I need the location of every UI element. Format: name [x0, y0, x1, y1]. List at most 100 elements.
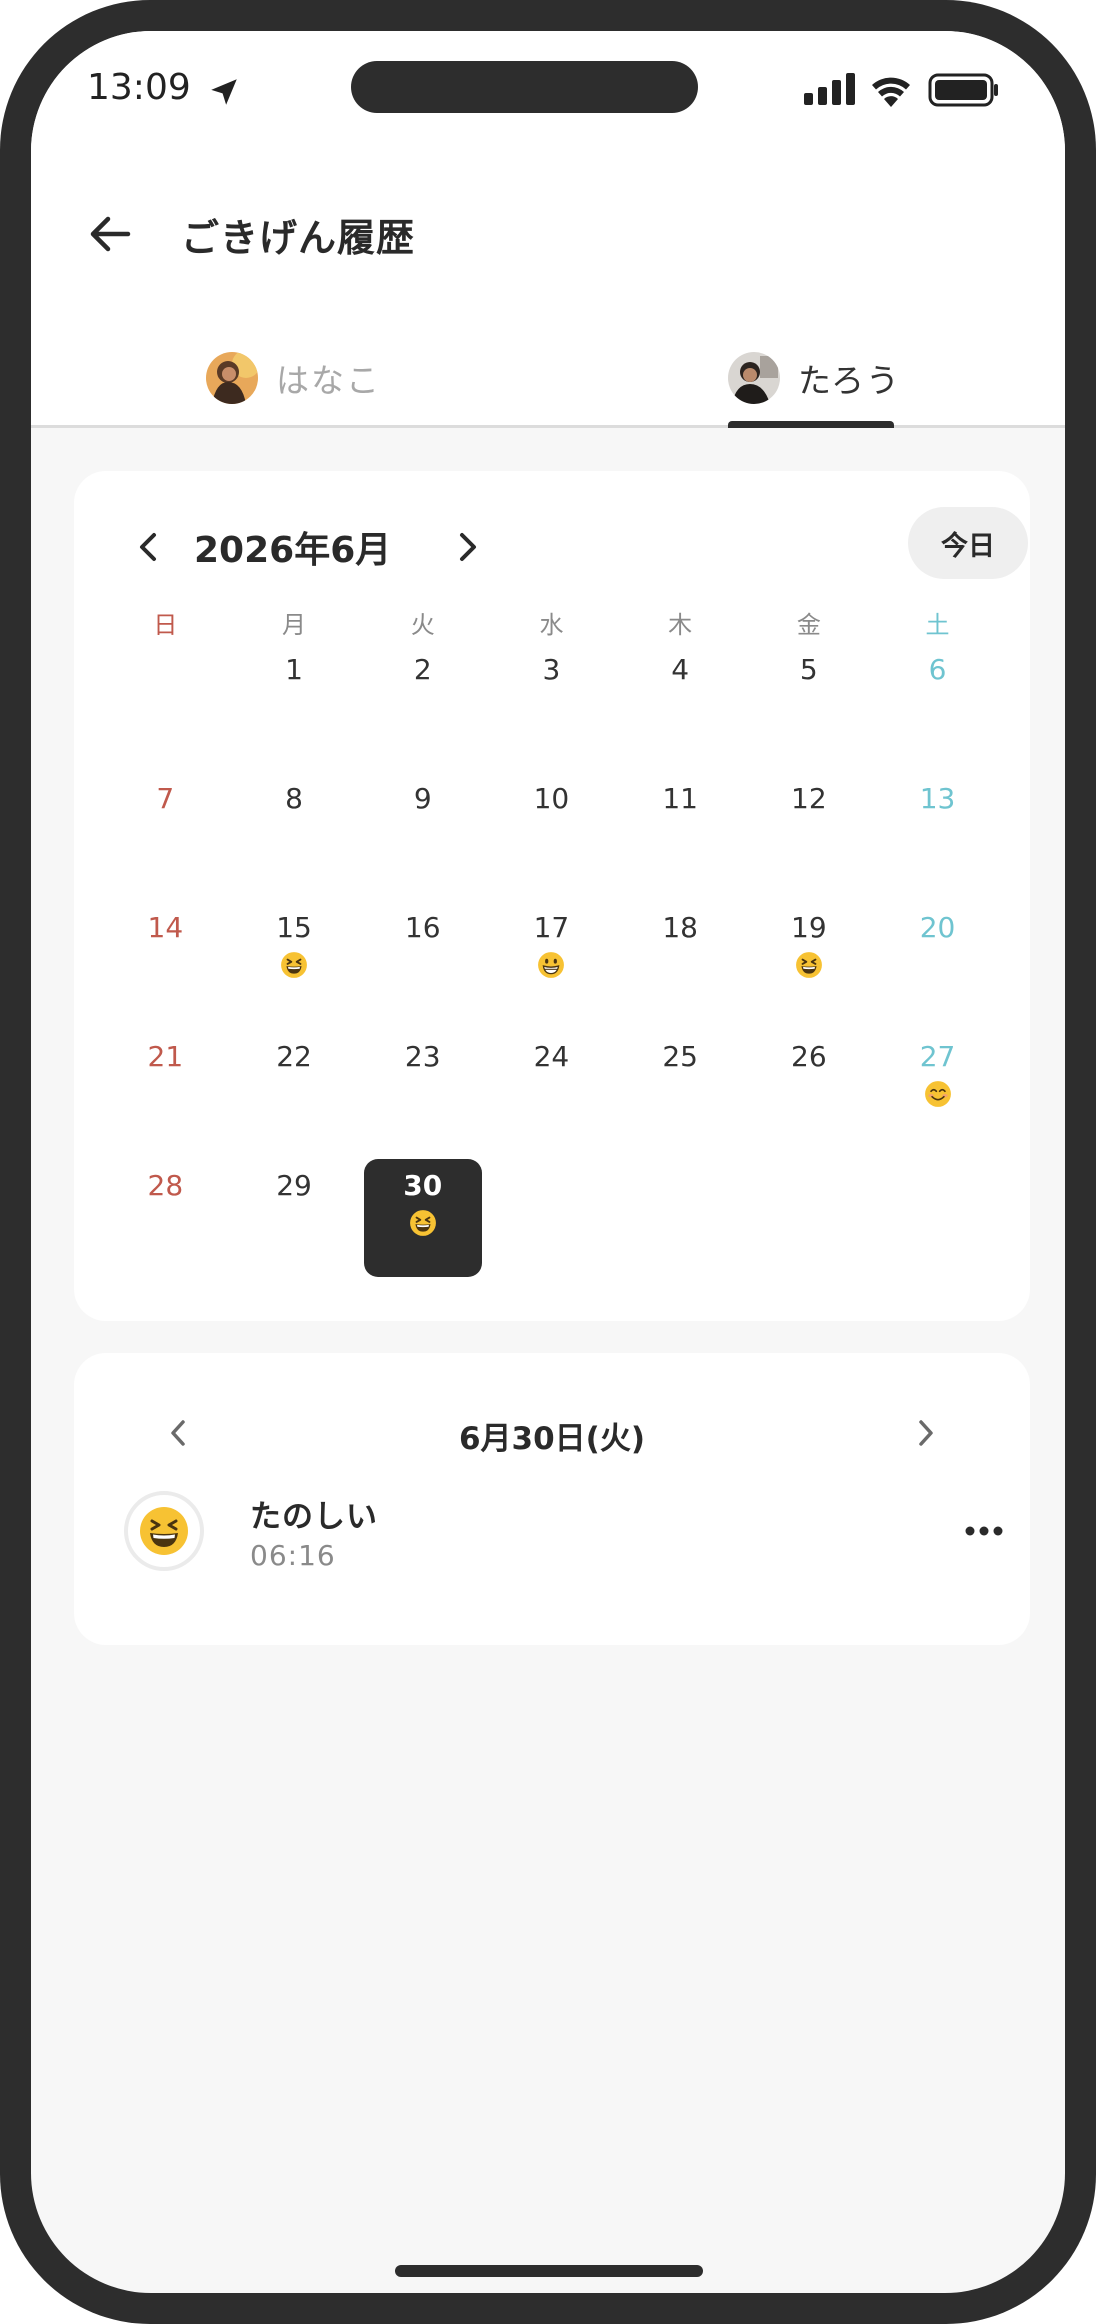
calendar-day[interactable]: 12: [750, 772, 868, 890]
day-number: 25: [662, 1040, 698, 1073]
weekday-label: 土: [925, 611, 950, 639]
day-number: 14: [147, 911, 184, 944]
calendar-day[interactable]: 11: [621, 772, 739, 890]
more-button[interactable]: [956, 1511, 1012, 1551]
calendar-day[interactable]: 4: [621, 643, 739, 761]
calendar-day[interactable]: 26: [750, 1030, 868, 1148]
day-number: 26: [791, 1040, 827, 1073]
day-number: 12: [791, 782, 827, 815]
day-number: 21: [147, 1040, 184, 1073]
calendar-day[interactable]: 5: [750, 643, 868, 761]
entry-mood-icon: [124, 1491, 204, 1571]
more-horizontal-icon: [965, 1526, 1003, 1536]
calendar-day[interactable]: 1: [235, 643, 353, 761]
entry-mood-label: たのしい: [250, 1499, 378, 1535]
calendar-day[interactable]: 15: [235, 901, 353, 1019]
member-tabs: はなこ たろう: [31, 331, 1065, 428]
day-number: 27: [919, 1040, 956, 1073]
tab-taro[interactable]: たろう: [728, 331, 901, 425]
signal-icon: [804, 73, 855, 105]
calendar-card: 2026年6月 今日 日月火水木金土 1 2 3 4 5 6 7 8 9 10 11 12 13 14 15…: [74, 471, 1030, 1321]
calendar-day[interactable]: 18: [621, 901, 739, 1019]
entry-time: 06:16: [250, 1539, 336, 1572]
weekday-label: 木: [668, 611, 693, 639]
weekday-label: 火: [410, 611, 435, 639]
grin-face-icon: [492, 951, 610, 985]
day-number: 28: [147, 1169, 184, 1202]
day-number: 30: [403, 1169, 443, 1202]
weekday-label: 金: [796, 611, 821, 639]
calendar-day[interactable]: 28: [106, 1159, 224, 1277]
calendar-day[interactable]: 25: [621, 1030, 739, 1148]
page-title: ごきげん履歴: [181, 216, 416, 260]
calendar-day[interactable]: 8: [235, 772, 353, 890]
calendar-month: 2026年6月: [194, 530, 392, 571]
weekday-label: 水: [539, 611, 564, 639]
calendar-day[interactable]: 2: [364, 643, 482, 761]
calendar-day[interactable]: 3: [492, 643, 610, 761]
chevron-right-icon: [460, 533, 476, 561]
tab-hanako[interactable]: はなこ: [206, 331, 381, 425]
calendar-day[interactable]: 6: [879, 643, 997, 761]
day-number: 19: [791, 911, 827, 944]
day-number: 18: [662, 911, 698, 944]
screen: 13:09 ごきげん履歴 はなこ たろう 2026年6月 今日 日 月 火 水 …: [31, 31, 1065, 2293]
calendar-day[interactable]: 14: [106, 901, 224, 1019]
weekday-label: 月: [282, 611, 307, 639]
day-number: 22: [276, 1040, 312, 1073]
day-number: 10: [533, 782, 570, 815]
day-number: 6: [928, 653, 947, 686]
day-number: 2: [413, 653, 432, 686]
calendar-day[interactable]: 23: [364, 1030, 482, 1148]
chevron-left-icon: [140, 533, 156, 561]
detail-date: 6月30日(火): [458, 1421, 646, 1457]
calendar-day[interactable]: 24: [492, 1030, 610, 1148]
day-detail-card: 6月30日(火) たのしい 06:16: [74, 1353, 1030, 1645]
day-number: 29: [276, 1169, 312, 1202]
day-number: 4: [671, 653, 690, 686]
dynamic-island: [351, 61, 698, 113]
calendar-day[interactable]: 22: [235, 1030, 353, 1148]
day-number: 3: [542, 653, 561, 686]
day-number: 16: [404, 911, 441, 944]
day-number: 24: [533, 1040, 570, 1073]
avatar-taro: [728, 352, 780, 404]
calendar-day[interactable]: 19: [750, 901, 868, 1019]
calendar-day[interactable]: 9: [364, 772, 482, 890]
wifi-icon: [872, 77, 910, 107]
calendar-day[interactable]: 30: [363, 1159, 482, 1277]
calendar-day[interactable]: 17: [492, 901, 610, 1019]
day-number: 11: [662, 782, 698, 815]
status-time: 13:09: [87, 67, 191, 108]
day-number: 13: [919, 782, 956, 815]
calendar-day[interactable]: 16: [364, 901, 482, 1019]
calendar-day[interactable]: 10: [492, 772, 610, 890]
calendar-day[interactable]: 7: [106, 772, 224, 890]
day-number: 5: [799, 653, 818, 686]
day-number: 15: [276, 911, 312, 944]
laughing-face-icon: [364, 1209, 482, 1243]
laughing-face-icon: [140, 1507, 188, 1555]
calendar-day[interactable]: 13: [879, 772, 997, 890]
calendar-day[interactable]: 20: [879, 901, 997, 1019]
prev-month-button[interactable]: [126, 519, 170, 575]
today-button[interactable]: 今日: [908, 507, 1028, 579]
tab-label: はなこ: [276, 361, 381, 400]
calendar-day[interactable]: 21: [106, 1030, 224, 1148]
weekday-label: 日: [153, 611, 178, 639]
calendar-day[interactable]: 29: [235, 1159, 353, 1277]
next-day-button[interactable]: [906, 1405, 946, 1461]
chevron-right-icon: [919, 1420, 933, 1446]
day-number: 1: [285, 653, 303, 686]
tab-label: たろう: [798, 361, 902, 400]
battery-icon: [928, 73, 998, 107]
day-number: 9: [413, 782, 432, 815]
avatar-hanako: [206, 352, 258, 404]
mood-entry[interactable]: たのしい 06:16: [124, 1483, 1003, 1593]
day-number: 8: [285, 782, 303, 815]
calendar-day[interactable]: 27: [879, 1030, 997, 1148]
back-button[interactable]: [75, 199, 145, 269]
arrow-left-icon: [90, 216, 131, 252]
home-indicator: [395, 2265, 703, 2277]
next-month-button[interactable]: [446, 519, 490, 575]
